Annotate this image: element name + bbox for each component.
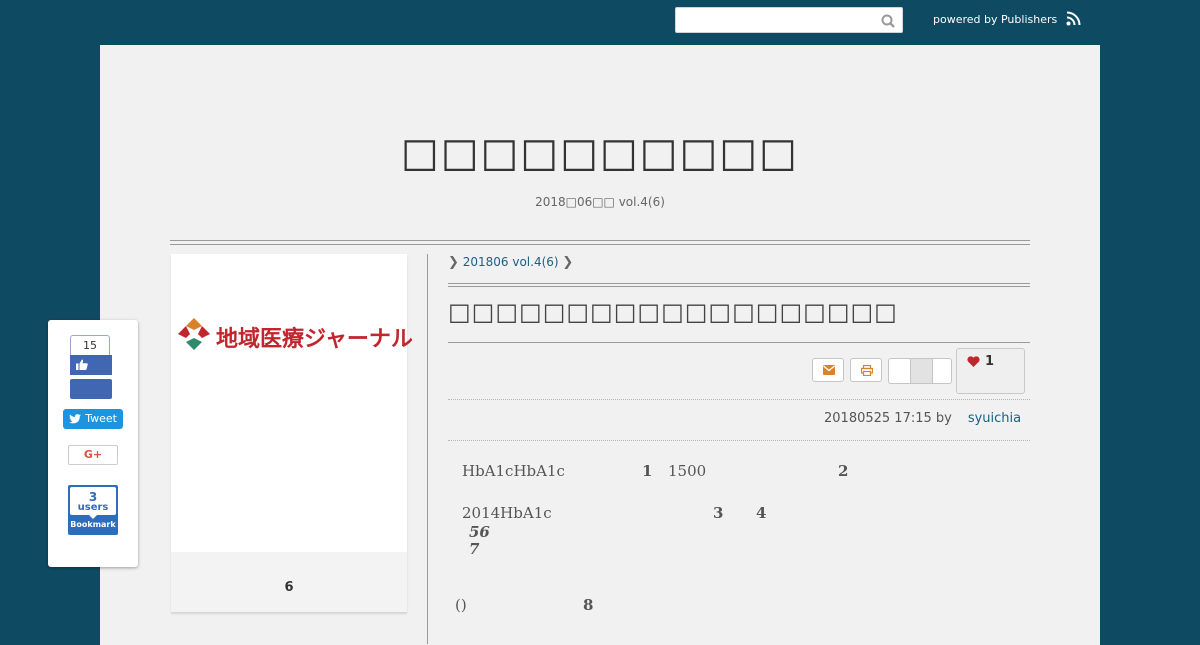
breadcrumb-link[interactable]: 201806 vol.4(6) (463, 255, 559, 269)
footnote-ref: 1 (642, 462, 653, 480)
hatena-users-label: users (77, 502, 109, 513)
body-text: 2014HbA1c (462, 504, 552, 522)
font-size-toggle[interactable] (888, 358, 952, 384)
meta-divider-top (448, 399, 1030, 400)
hatena-bookmark-button[interactable]: 3 users Bookmark (68, 485, 118, 535)
envelope-icon (823, 365, 835, 375)
search-box[interactable] (675, 7, 903, 33)
body-text: () (455, 596, 467, 614)
title-divider (448, 342, 1030, 343)
header-divider (170, 240, 1030, 245)
footnote-ref: 8 (583, 596, 594, 614)
facebook-like-count: 15 (70, 335, 110, 355)
card-footer: 6 (171, 552, 407, 612)
email-button[interactable] (812, 358, 844, 382)
logo-text: 地域医療ジャーナル (216, 327, 413, 352)
search-input[interactable] (682, 9, 876, 33)
footnote-ref: 4 (756, 504, 767, 522)
font-size-toggle-selected[interactable] (910, 359, 933, 383)
body-text: HbA1cHbA1c (462, 462, 565, 480)
facebook-like-button[interactable] (70, 355, 112, 375)
tweet-label: Tweet (85, 412, 117, 425)
publish-date: 20180525 17:15 by (824, 411, 952, 426)
hatena-pointer (89, 515, 97, 519)
twitter-bird-icon (69, 414, 81, 424)
issue-cover-card[interactable]: 地域医療ジャーナル 6 (171, 254, 413, 612)
heart-icon (967, 356, 980, 367)
like-count: 1 (985, 354, 995, 369)
powered-by-link[interactable]: powered by Publishers (933, 13, 1057, 26)
meta-divider-bottom (448, 440, 1030, 441)
print-button[interactable] (850, 358, 882, 382)
column-divider (427, 254, 428, 644)
hatena-count-box: 3 users (70, 487, 116, 515)
search-icon[interactable] (881, 14, 895, 28)
like-button[interactable]: 1 (956, 348, 1025, 394)
site-subtitle: 2018□06□□ vol.4(6) (535, 195, 665, 209)
printer-icon (861, 365, 873, 376)
tweet-button[interactable]: Tweet (63, 409, 123, 429)
footnote-ref: 3 (713, 504, 724, 522)
site-title[interactable]: □□□□□□□□□□ (100, 130, 1100, 176)
rss-icon[interactable] (1066, 11, 1081, 26)
breadcrumb: ❯ 201806 vol.4(6) ❯ (448, 255, 573, 270)
article-meta: 20180525 17:15 by syuichia (824, 411, 1021, 426)
facebook-share-button[interactable] (70, 379, 112, 399)
hatena-bookmark-label: Bookmark (70, 520, 116, 529)
logo-mark-icon (178, 318, 210, 350)
footnote-ref: 56 (469, 523, 490, 541)
breadcrumb-divider (448, 283, 1030, 287)
author-link[interactable]: syuichia (968, 411, 1021, 426)
footnote-ref: 2 (838, 462, 849, 480)
journal-logo: 地域医療ジャーナル (176, 314, 413, 354)
thumbs-up-icon (76, 359, 88, 370)
footnote-ref: 7 (469, 540, 480, 558)
article-count: 6 (284, 580, 294, 595)
body-text: 1500 (668, 462, 707, 480)
main-panel: □□□□□□□□□□ 2018□06□□ vol.4(6) 地域医療ジャーナル … (100, 45, 1100, 645)
google-plus-button[interactable]: G+ (68, 445, 118, 465)
article-title: □□□□□□□□□□□□□□□□□□□ (448, 298, 898, 326)
chevron-right-icon: ❯ (562, 255, 574, 270)
chevron-right-icon: ❯ (448, 255, 459, 270)
social-share-bar: 15 Tweet G+ 3 users Bookmark (48, 320, 138, 567)
